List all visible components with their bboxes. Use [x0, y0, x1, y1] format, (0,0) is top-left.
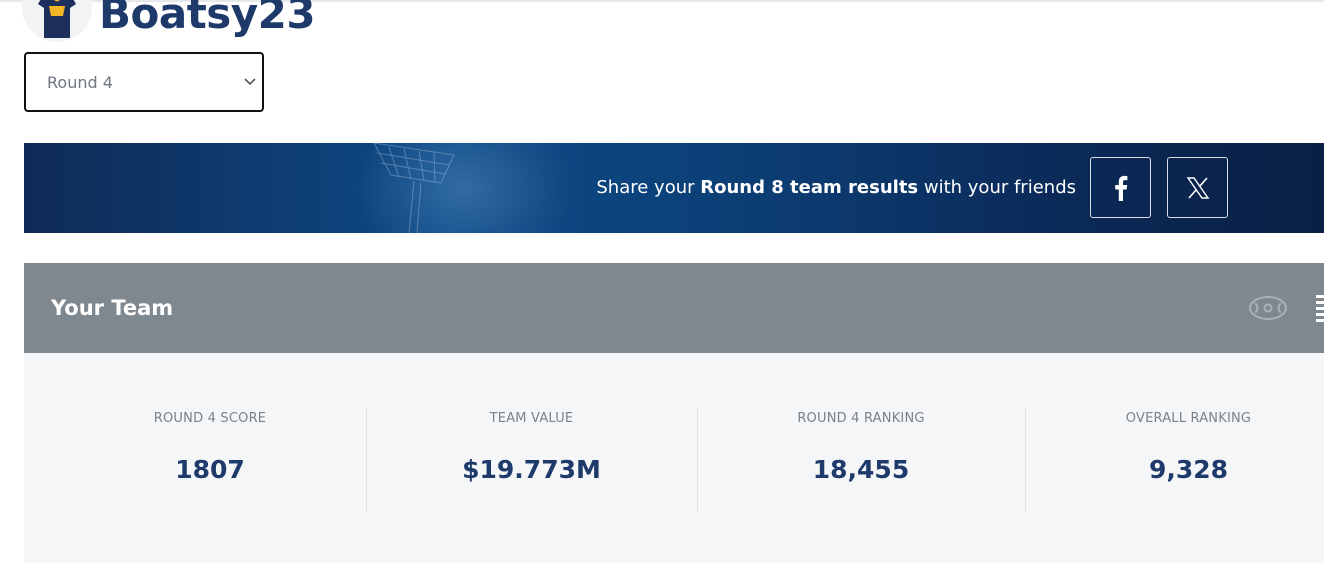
x-share-button[interactable] — [1167, 157, 1228, 218]
share-suffix: with your friends — [918, 177, 1076, 198]
share-message: Share your Round 8 team results with you… — [596, 177, 1076, 198]
stat-label: ROUND 4 RANKING — [797, 411, 925, 426]
more-options-icon[interactable] — [1316, 295, 1324, 323]
share-prefix: Share your — [596, 177, 701, 198]
stat-team-value: TEAM VALUE $19.773M — [366, 408, 697, 512]
team-avatar[interactable] — [22, 0, 92, 42]
stat-value: 9,328 — [1148, 455, 1229, 484]
team-guernsey-icon — [38, 0, 76, 38]
stat-overall-ranking: OVERALL RANKING 9,328 — [1025, 408, 1324, 512]
your-team-header: Your Team — [24, 263, 1324, 353]
share-highlight: Round 8 team results — [700, 177, 919, 198]
username-heading: Boatsy23 — [99, 0, 316, 38]
share-banner: Share your Round 8 team results with you… — [24, 143, 1324, 233]
facebook-share-button[interactable] — [1090, 157, 1151, 218]
stadium-light-graphic — [373, 143, 455, 233]
chevron-down-icon — [244, 78, 256, 86]
team-stats-panel: ROUND 4 SCORE 1807 TEAM VALUE $19.773M R… — [24, 353, 1324, 563]
your-team-title: Your Team — [51, 296, 174, 320]
facebook-icon — [1114, 175, 1127, 201]
round-select[interactable]: Round 4 — [24, 52, 264, 112]
stat-label: OVERALL RANKING — [1125, 411, 1252, 426]
stat-value: 18,455 — [812, 455, 910, 484]
stat-label: ROUND 4 SCORE — [153, 411, 267, 426]
stat-value: $19.773M — [462, 455, 601, 484]
field-view-icon[interactable] — [1248, 295, 1288, 321]
stat-round-ranking: ROUND 4 RANKING 18,455 — [697, 408, 1025, 512]
stat-value: 1807 — [175, 455, 245, 484]
stat-label: TEAM VALUE — [489, 411, 574, 426]
round-select-value: Round 4 — [47, 72, 113, 92]
x-icon — [1186, 176, 1209, 199]
stat-round-score: ROUND 4 SCORE 1807 — [44, 408, 376, 512]
